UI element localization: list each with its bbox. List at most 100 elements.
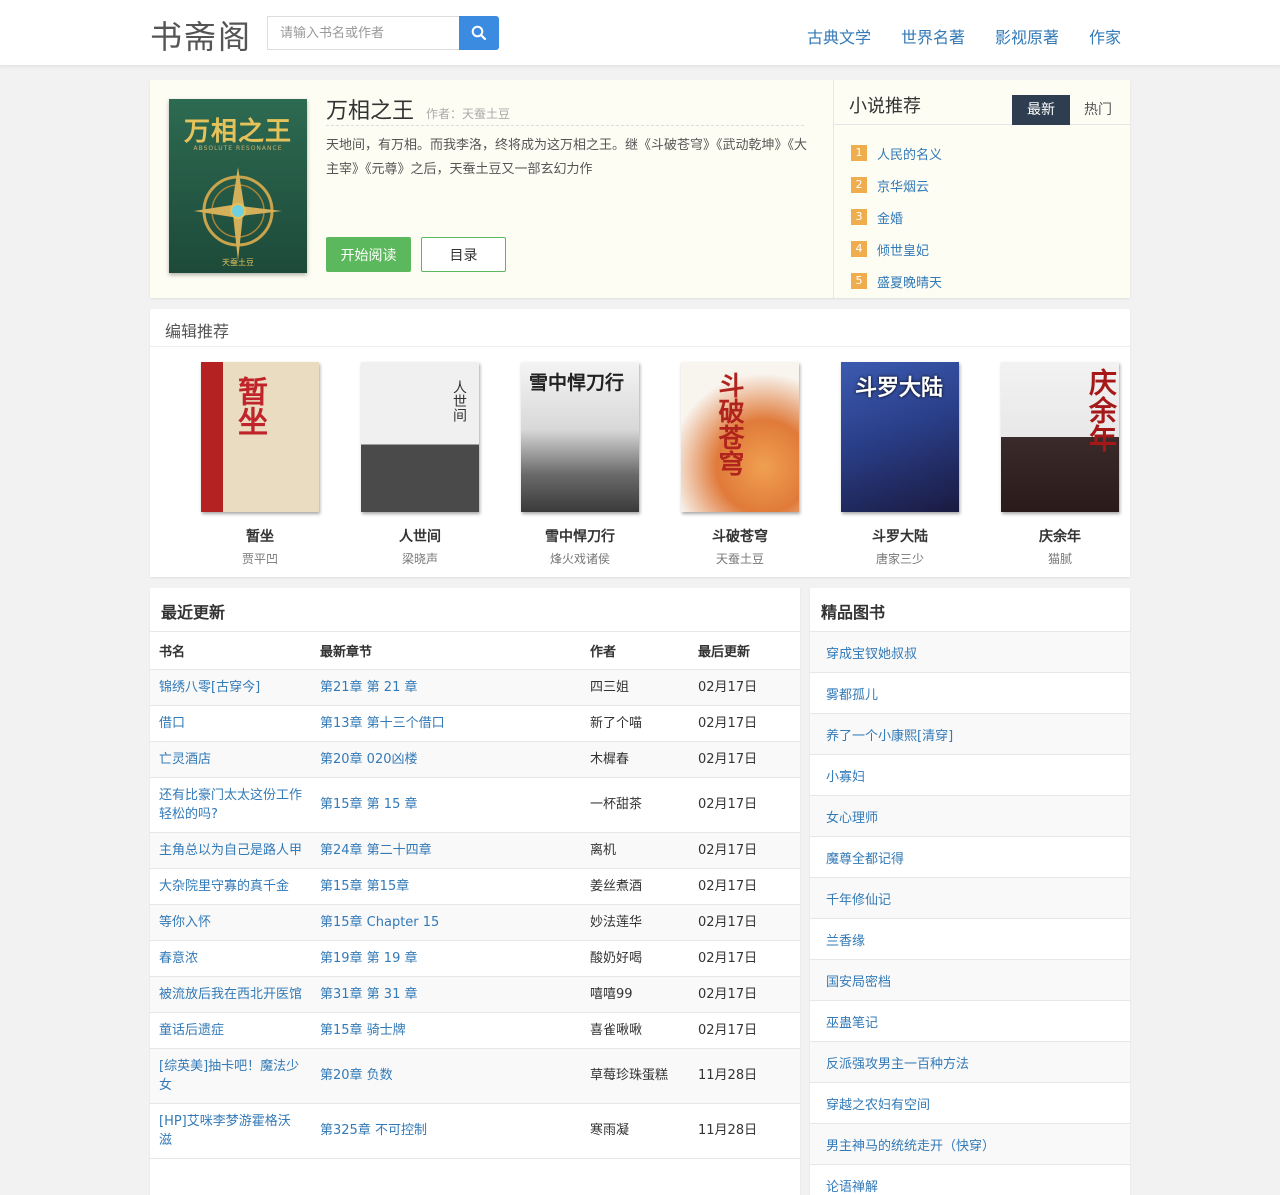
chapter-link[interactable]: 第21章 第 21 章	[311, 669, 581, 706]
search-button[interactable]	[459, 16, 499, 50]
recent-updates-title: 最近更新	[150, 588, 800, 632]
book-cover[interactable]: 暂坐	[201, 362, 319, 512]
start-reading-button[interactable]: 开始阅读	[326, 237, 411, 272]
featured-description: 天地间，有万相。而我李洛，终将成为这万相之王。继《斗破苍穹》《武动乾坤》《大主宰…	[326, 138, 808, 177]
book-name-link[interactable]: 锦绣八零[古穿今]	[150, 669, 311, 706]
book-name-link[interactable]: 主角总以为自己是路人甲	[150, 832, 311, 869]
premium-book-link[interactable]: 雾都孤儿	[810, 673, 1130, 714]
book-name-link[interactable]: 被流放后我在西北开医馆	[150, 976, 311, 1013]
premium-book-link[interactable]: 兰香缘	[810, 919, 1130, 960]
column-header-chapter: 最新章节	[311, 632, 581, 670]
premium-book-link[interactable]: 巫蛊笔记	[810, 1001, 1130, 1042]
chapter-link[interactable]: 第13章 第十三个借口	[311, 705, 581, 742]
book-name-link[interactable]: 亡灵酒店	[150, 741, 311, 778]
featured-book-title[interactable]: 万相之王	[326, 93, 414, 125]
cover-text: 庆余年	[1085, 368, 1118, 452]
search-input[interactable]	[267, 16, 459, 50]
author-cell: 妙法莲华	[581, 904, 689, 941]
book-name-link[interactable]: 大杂院里守寡的真千金	[150, 868, 311, 905]
book-name-link[interactable]: 童话后遗症	[150, 1012, 311, 1049]
author-cell: 酸奶好喝	[581, 940, 689, 977]
date-cell: 02月17日	[689, 832, 800, 869]
nav-world-classics[interactable]: 世界名著	[901, 24, 965, 48]
premium-book-link[interactable]: 小寡妇	[810, 755, 1130, 796]
book-card[interactable]: 斗破苍穹 斗破苍穹 天蚕土豆	[660, 362, 820, 567]
book-author: 天蚕土豆	[715, 552, 764, 566]
premium-list: 穿成宝钗她叔叔 雾都孤儿 养了一个小康熙[清穿] 小寡妇 女心理师 魔尊全都记得…	[810, 632, 1130, 1195]
recommend-link[interactable]: 盛夏晚晴天	[877, 272, 942, 291]
premium-book-link[interactable]: 国安局密档	[810, 960, 1130, 1001]
chapter-link[interactable]: 第15章 第15章	[311, 868, 581, 905]
recommend-link[interactable]: 京华烟云	[877, 176, 929, 195]
recommend-link[interactable]: 人民的名义	[877, 144, 942, 163]
premium-book-link[interactable]: 论语禅解	[810, 1165, 1130, 1195]
nav-film-originals[interactable]: 影视原著	[995, 24, 1059, 48]
cover-text: 斗罗大陆	[855, 375, 944, 401]
date-cell: 02月17日	[689, 940, 800, 977]
book-card[interactable]: 人世间 人世间 梁晓声	[340, 362, 500, 567]
book-cover[interactable]: 斗破苍穹	[681, 362, 799, 512]
book-cover[interactable]: 斗罗大陆	[841, 362, 959, 512]
book-name-link[interactable]: 等你入怀	[150, 904, 311, 941]
book-author: 猫腻	[1047, 552, 1072, 566]
chapter-link[interactable]: 第20章 020凶楼	[311, 741, 581, 778]
cover-text: 暂坐	[232, 376, 267, 436]
date-cell: 02月17日	[689, 1012, 800, 1049]
book-title[interactable]: 庆余年	[980, 526, 1140, 546]
list-item: 2 京华烟云	[851, 169, 1130, 201]
book-name-link[interactable]: 还有比豪门太太这份工作轻松的吗?	[150, 777, 311, 833]
premium-book-link[interactable]: 反派强攻男主一百种方法	[810, 1042, 1130, 1083]
chapter-link[interactable]: 第15章 第 15 章	[311, 777, 581, 833]
nav-classical-literature[interactable]: 古典文学	[807, 24, 871, 48]
book-title[interactable]: 人世间	[340, 526, 500, 546]
book-name-link[interactable]: 春意浓	[150, 940, 311, 977]
recommend-link[interactable]: 金婚	[877, 208, 903, 227]
author-cell: 嘻嘻99	[581, 976, 689, 1013]
featured-author[interactable]: 天蚕土豆	[462, 105, 510, 122]
premium-book-link[interactable]: 穿越之农妇有空间	[810, 1083, 1130, 1124]
premium-book-link[interactable]: 男主神马的统统走开（快穿）	[810, 1124, 1130, 1165]
book-title[interactable]: 斗罗大陆	[820, 526, 980, 546]
book-card[interactable]: 暂坐 暂坐 贾平凹	[180, 362, 340, 567]
book-card[interactable]: 雪中悍刀行 雪中悍刀行 烽火戏诸侯	[500, 362, 660, 567]
author-cell: 寒雨凝	[581, 1103, 689, 1159]
book-name-link[interactable]: 借口	[150, 705, 311, 742]
chapter-link[interactable]: 第325章 不可控制	[311, 1103, 581, 1159]
date-cell: 02月17日	[689, 669, 800, 706]
tab-hot[interactable]: 热门	[1070, 95, 1126, 125]
premium-book-link[interactable]: 穿成宝钗她叔叔	[810, 632, 1130, 673]
book-cover[interactable]: 庆余年	[1001, 362, 1119, 512]
chapter-link[interactable]: 第19章 第 19 章	[311, 940, 581, 977]
book-card[interactable]: 斗罗大陆 斗罗大陆 唐家三少	[820, 362, 980, 567]
premium-book-link[interactable]: 千年修仙记	[810, 878, 1130, 919]
book-name-link[interactable]: [HP]艾咪李梦游霍格沃滋	[150, 1103, 311, 1159]
list-item: 5 盛夏晚晴天	[851, 265, 1130, 297]
chapter-link[interactable]: 第20章 负数	[311, 1048, 581, 1104]
date-cell: 11月28日	[689, 1048, 800, 1104]
site-logo[interactable]: 书斋阁	[150, 12, 252, 58]
featured-book-cover[interactable]: 万相之王 ABSOLUTE RESONANCE 天蚕土豆	[169, 99, 307, 273]
chapter-link[interactable]: 第15章 Chapter 15	[311, 904, 581, 941]
tab-latest[interactable]: 最新	[1012, 95, 1070, 125]
premium-book-link[interactable]: 魔尊全都记得	[810, 837, 1130, 878]
author-cell: 一杯甜茶	[581, 777, 689, 833]
book-name-link[interactable]: [综英美]抽卡吧！魔法少女	[150, 1048, 311, 1104]
featured-author-label: 作者：	[426, 107, 463, 121]
cover-text: 雪中悍刀行	[529, 372, 625, 394]
book-card[interactable]: 庆余年 庆余年 猫腻	[980, 362, 1140, 567]
table-of-contents-button[interactable]: 目录	[421, 237, 506, 272]
table-header-row: 书名 最新章节 作者 最后更新	[150, 632, 800, 670]
premium-book-link[interactable]: 女心理师	[810, 796, 1130, 837]
nav-authors[interactable]: 作家	[1089, 24, 1121, 48]
premium-book-link[interactable]: 养了一个小康熙[清穿]	[810, 714, 1130, 755]
book-cover[interactable]: 雪中悍刀行	[521, 362, 639, 512]
chapter-link[interactable]: 第24章 第二十四章	[311, 832, 581, 869]
table-row: 大杂院里守寡的真千金 第15章 第15章 姜丝煮酒 02月17日	[150, 868, 800, 905]
book-title[interactable]: 暂坐	[180, 526, 340, 546]
book-title[interactable]: 斗破苍穹	[660, 526, 820, 546]
book-title[interactable]: 雪中悍刀行	[500, 526, 660, 546]
chapter-link[interactable]: 第15章 骑士牌	[311, 1012, 581, 1049]
recommend-link[interactable]: 倾世皇妃	[877, 240, 929, 259]
book-cover[interactable]: 人世间	[361, 362, 479, 512]
chapter-link[interactable]: 第31章 第 31 章	[311, 976, 581, 1013]
